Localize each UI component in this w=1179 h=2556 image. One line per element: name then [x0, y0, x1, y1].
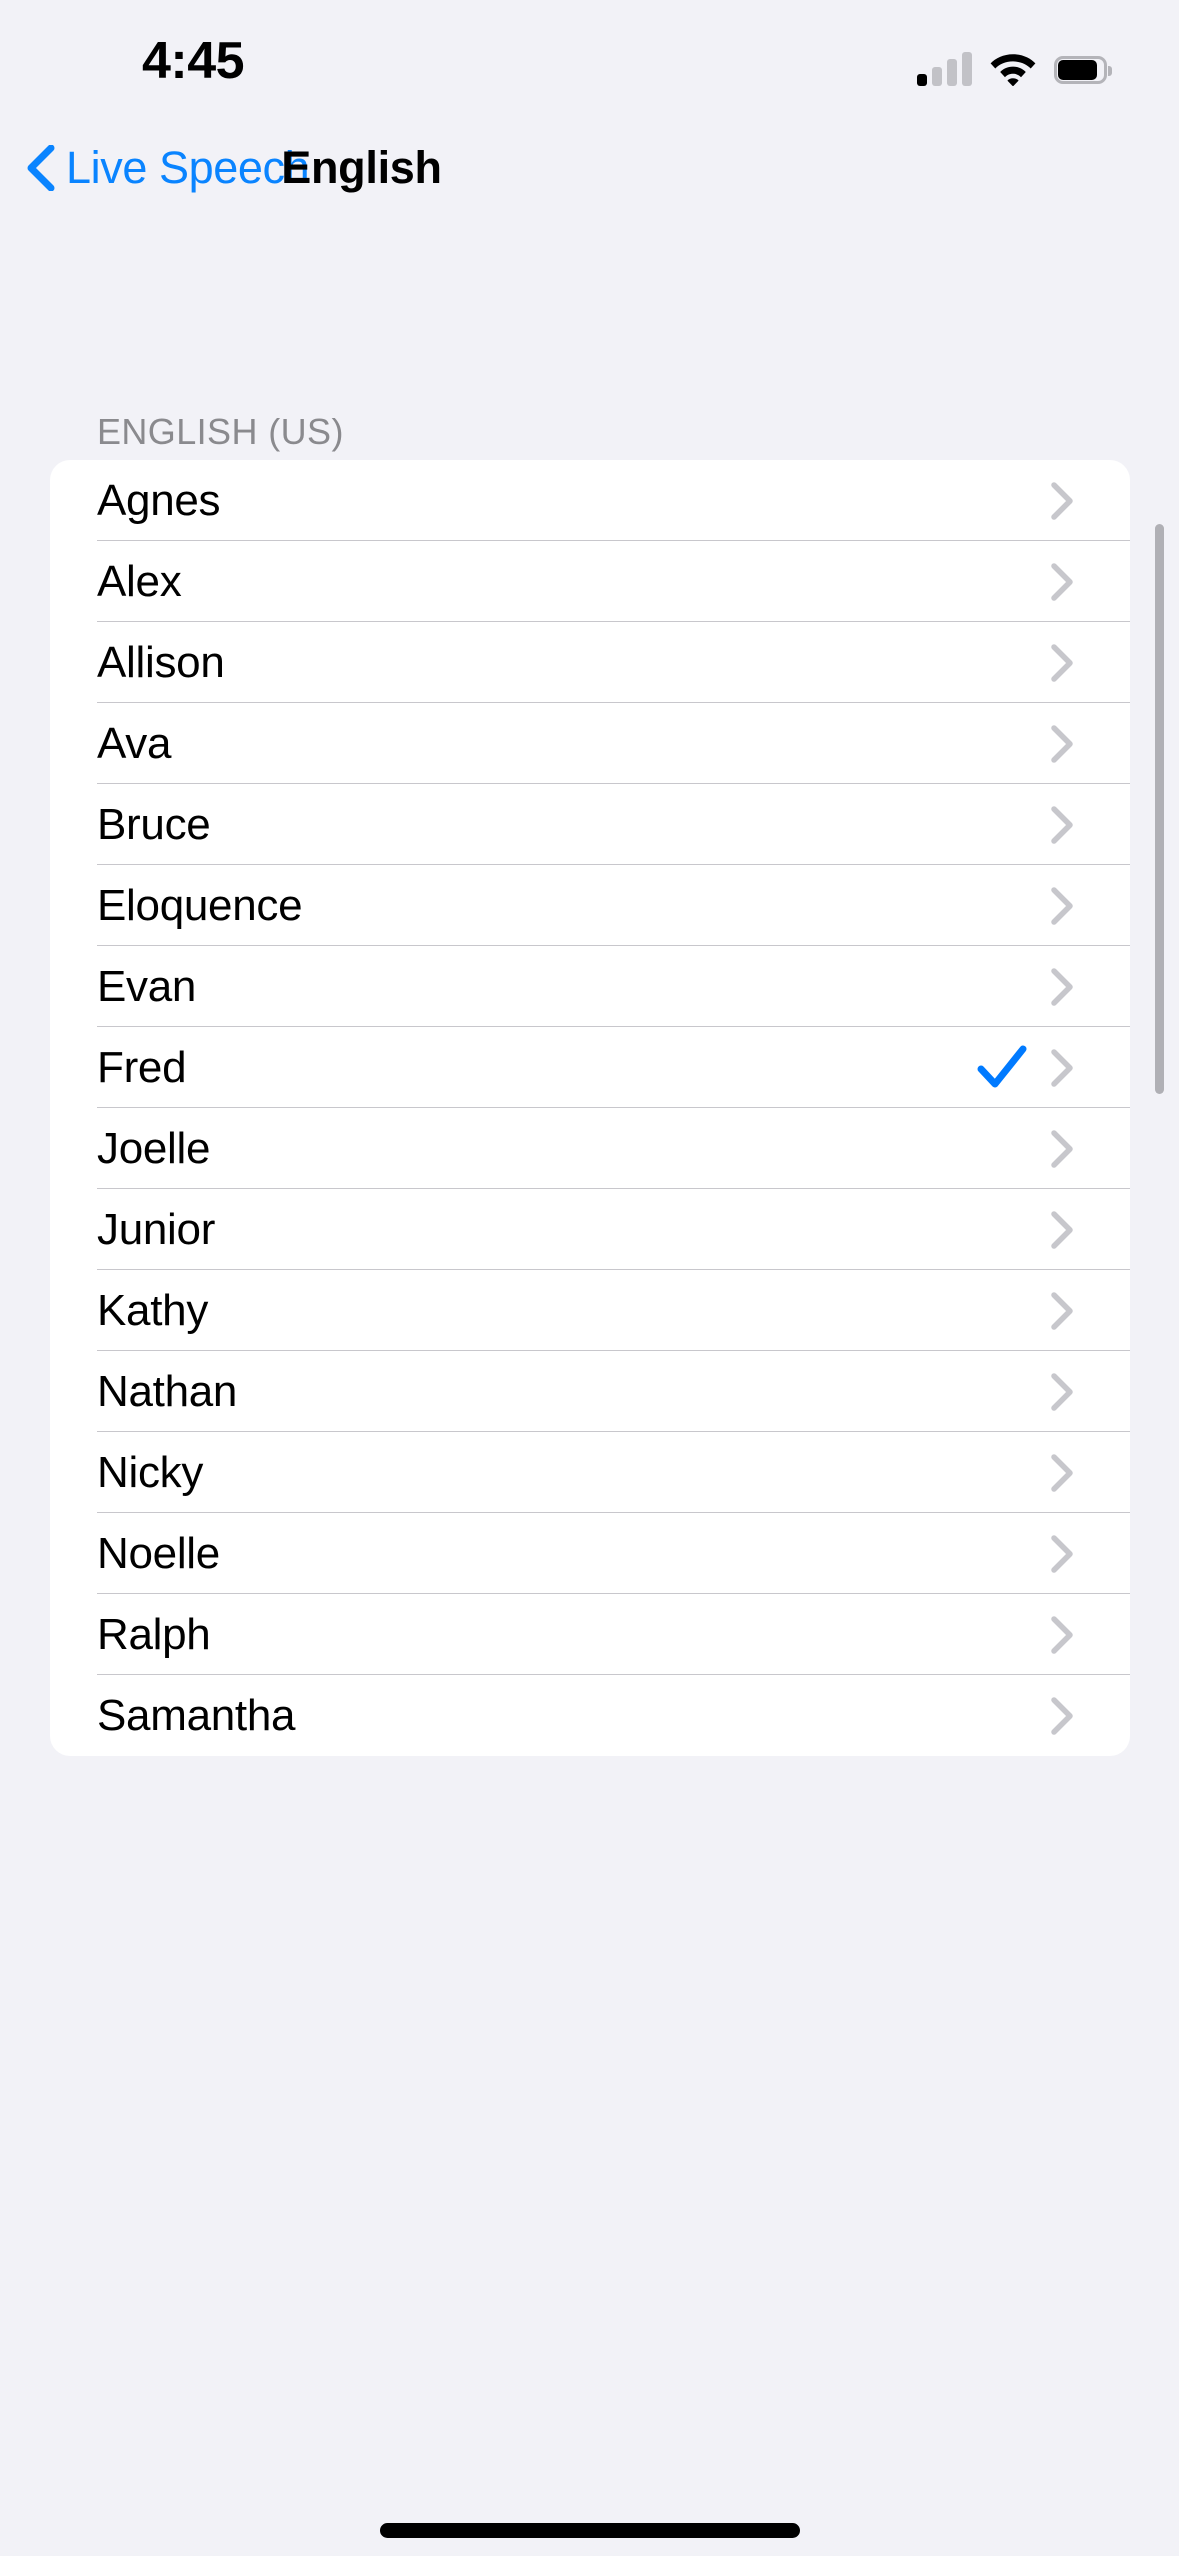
- chevron-right-icon: [1051, 1291, 1073, 1330]
- status-bar-time: 4:45: [141, 32, 245, 90]
- voice-name-label: Alex: [97, 556, 182, 606]
- voice-name-label: Samantha: [97, 1690, 296, 1740]
- home-indicator: [379, 2523, 800, 2538]
- voice-name-label: Bruce: [97, 799, 211, 849]
- voice-row[interactable]: Alex: [50, 541, 1130, 622]
- chevron-right-icon: [1051, 886, 1073, 925]
- voice-name-label: Kathy: [97, 1285, 209, 1335]
- navigation-bar: Live Speech English: [0, 120, 1179, 224]
- scroll-content[interactable]: ENGLISH (US) Agnes Alex Allison Ava Bruce Elo…: [0, 224, 1179, 2556]
- chevron-right-icon: [1051, 1615, 1073, 1654]
- wifi-icon: [990, 54, 1036, 86]
- chevron-right-icon: [1051, 1372, 1073, 1411]
- voice-row[interactable]: Joelle: [50, 1108, 1130, 1189]
- section-header: ENGLISH (US): [97, 411, 344, 452]
- chevron-right-icon: [1051, 1129, 1073, 1168]
- battery-icon: [1054, 56, 1112, 86]
- voice-name-label: Ralph: [97, 1609, 211, 1659]
- chevron-right-icon: [1051, 1696, 1073, 1735]
- voice-name-label: Evan: [97, 961, 197, 1011]
- voice-row[interactable]: Fred: [50, 1027, 1130, 1108]
- voice-row[interactable]: Kathy: [50, 1270, 1130, 1351]
- chevron-right-icon: [1051, 1453, 1073, 1492]
- chevron-right-icon: [1051, 562, 1073, 601]
- chevron-right-icon: [1051, 724, 1073, 763]
- voice-name-label: Nathan: [97, 1366, 238, 1416]
- chevron-right-icon: [1051, 1210, 1073, 1249]
- voice-name-label: Fred: [97, 1042, 187, 1092]
- voice-row[interactable]: Junior: [50, 1189, 1130, 1270]
- chevron-right-icon: [1051, 643, 1073, 682]
- voice-row[interactable]: Ava: [50, 703, 1130, 784]
- voice-name-label: Junior: [97, 1204, 216, 1254]
- phone-screen: 4:45 Live Speech English ENGLISH (US) Ag…: [0, 0, 1179, 2556]
- voice-row[interactable]: Ralph: [50, 1594, 1130, 1675]
- voice-list: Agnes Alex Allison Ava Bruce Eloquence Evan Fre…: [50, 460, 1130, 1756]
- status-bar: 4:45: [0, 0, 1179, 120]
- voice-row[interactable]: Nathan: [50, 1351, 1130, 1432]
- voice-name-label: Nicky: [97, 1447, 204, 1497]
- voice-name-label: Eloquence: [97, 880, 303, 930]
- chevron-right-icon: [1051, 1048, 1073, 1087]
- chevron-right-icon: [1051, 1534, 1073, 1573]
- chevron-right-icon: [1051, 805, 1073, 844]
- voice-row[interactable]: Nicky: [50, 1432, 1130, 1513]
- scroll-indicator[interactable]: [1155, 524, 1164, 1094]
- voice-name-label: Joelle: [97, 1123, 211, 1173]
- status-bar-indicators: [917, 44, 1112, 86]
- voice-row[interactable]: Noelle: [50, 1513, 1130, 1594]
- voice-row[interactable]: Bruce: [50, 784, 1130, 865]
- voice-row[interactable]: Eloquence: [50, 865, 1130, 946]
- voice-name-label: Agnes: [97, 475, 221, 525]
- voice-row[interactable]: Agnes: [50, 460, 1130, 541]
- voice-name-label: Ava: [97, 718, 172, 768]
- voice-row[interactable]: Samantha: [50, 1675, 1130, 1756]
- cellular-signal-icon: [917, 50, 972, 86]
- voice-row[interactable]: Evan: [50, 946, 1130, 1027]
- chevron-right-icon: [1051, 481, 1073, 520]
- page-title: English: [281, 142, 442, 193]
- voice-name-label: Allison: [97, 637, 225, 687]
- voice-name-label: Noelle: [97, 1528, 220, 1578]
- chevron-right-icon: [1051, 967, 1073, 1006]
- voice-row[interactable]: Allison: [50, 622, 1130, 703]
- checkmark-icon: [977, 1045, 1027, 1087]
